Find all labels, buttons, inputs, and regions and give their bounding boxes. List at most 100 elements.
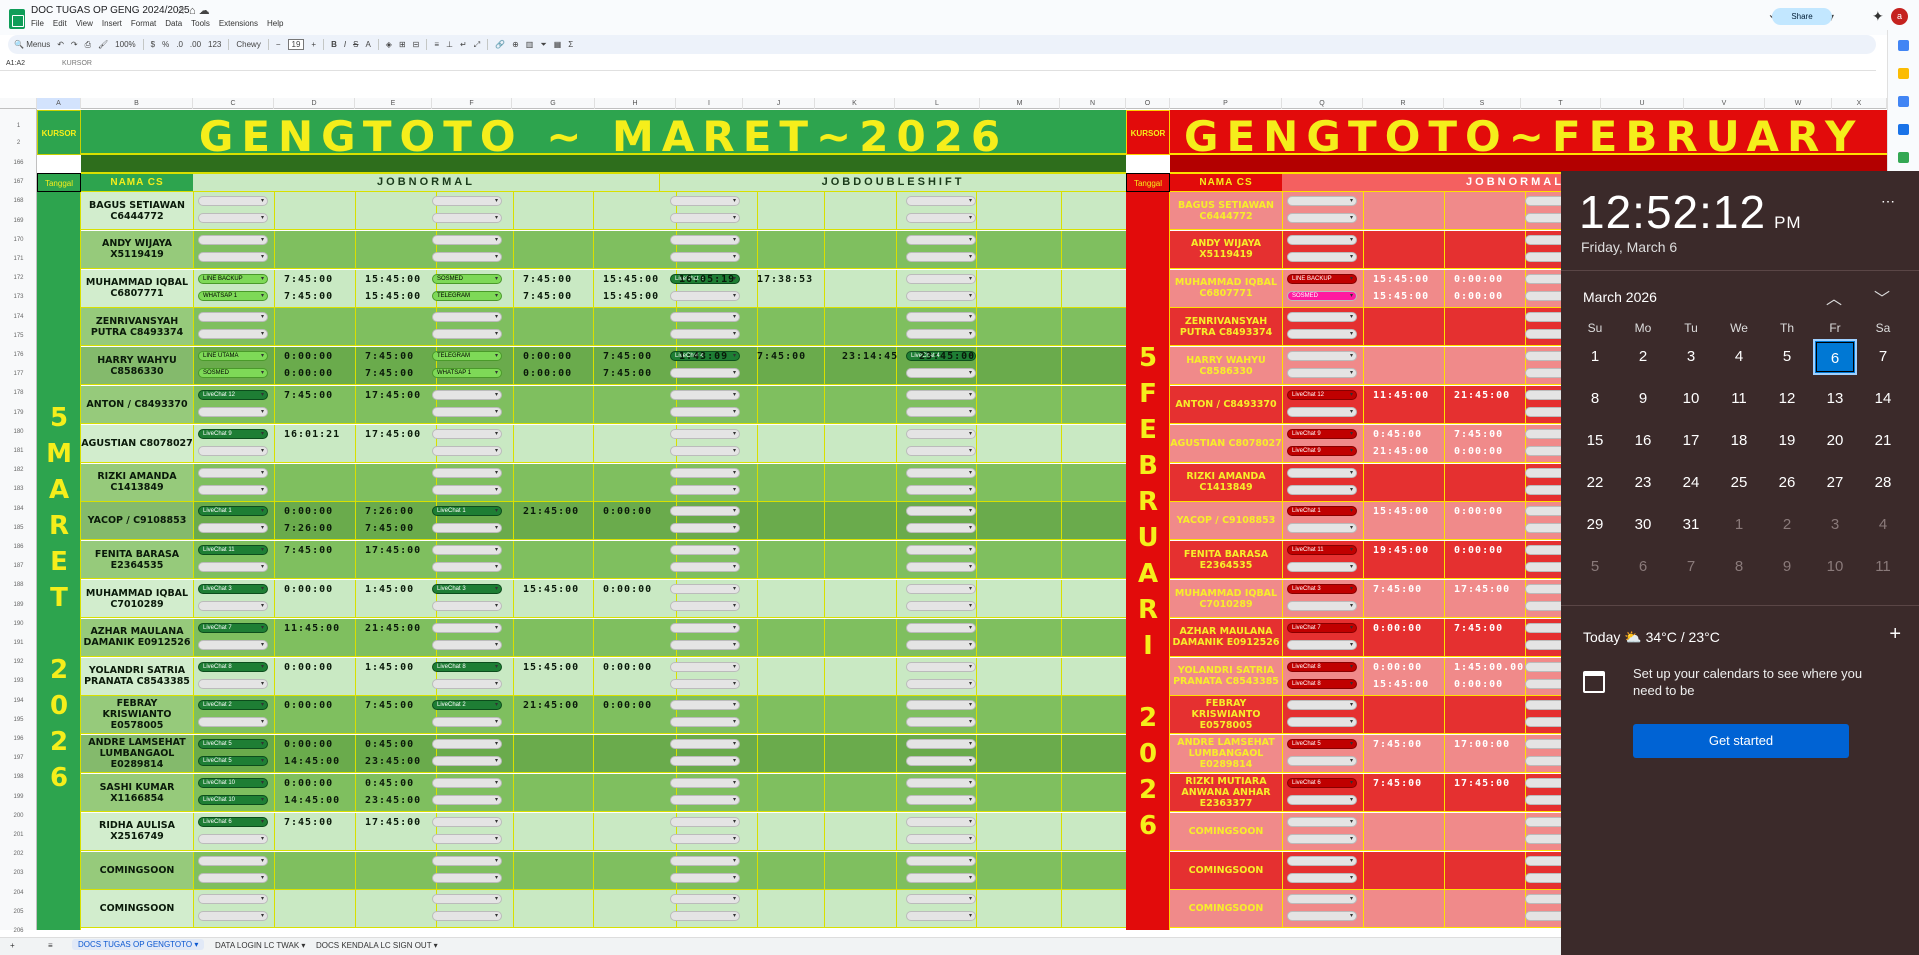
dropdown-select[interactable]	[906, 700, 976, 711]
column-header-C[interactable]: C	[193, 98, 274, 109]
row-header[interactable]: 174	[0, 314, 37, 320]
increase-decimal-button[interactable]: .00	[190, 40, 201, 49]
dropdown-select[interactable]	[432, 739, 502, 750]
row-header[interactable]: 189	[0, 602, 37, 608]
filter-icon[interactable]: ⏷	[540, 40, 546, 50]
menu-format[interactable]: Format	[131, 19, 156, 28]
dropdown-select[interactable]	[670, 390, 740, 400]
dropdown-select[interactable]: SOSMED	[1287, 290, 1357, 301]
dropdown-select[interactable]	[432, 855, 502, 866]
staff-name[interactable]: YOLANDRI SATRIA PRANATA C8543385	[81, 657, 193, 695]
dropdown-select[interactable]	[1287, 872, 1357, 883]
row-header[interactable]: 169	[0, 218, 37, 224]
name-box[interactable]: A1:A2	[6, 60, 25, 67]
column-header-U[interactable]: U	[1601, 98, 1684, 109]
dropdown-select[interactable]: LiveChat 8	[1287, 661, 1357, 672]
dropdown-select[interactable]	[906, 312, 976, 323]
dropdown-select[interactable]	[906, 234, 976, 245]
dropdown-select[interactable]	[1287, 756, 1357, 767]
currency-button[interactable]: $	[151, 40, 155, 49]
avatar[interactable]: a	[1891, 8, 1908, 25]
column-header-T[interactable]: T	[1521, 98, 1601, 109]
strikethrough-icon[interactable]: S	[353, 40, 358, 49]
column-header-A[interactable]: A	[37, 98, 81, 109]
dropdown-select[interactable]: LiveChat 8	[1287, 678, 1357, 689]
calendar-day[interactable]: 23	[1621, 465, 1665, 501]
dropdown-select[interactable]	[432, 601, 502, 611]
banner-february[interactable]: GENGTOTO~FEBRUARY	[1170, 110, 1887, 161]
staff-name[interactable]: AGUSTIAN C8078027	[1170, 425, 1282, 462]
more-options-icon[interactable]: ⋯	[1881, 193, 1895, 210]
dropdown-select[interactable]	[906, 368, 976, 379]
staff-name[interactable]: COMINGSOON	[1170, 890, 1282, 927]
number-format-button[interactable]: 123	[208, 40, 221, 49]
row-header[interactable]: 198	[0, 774, 37, 780]
calendar-day[interactable]: 6	[1621, 549, 1665, 585]
dropdown-select[interactable]	[670, 428, 740, 439]
dropdown-select[interactable]	[432, 622, 502, 633]
dropdown-select[interactable]	[198, 911, 268, 922]
row-header[interactable]: 205	[0, 909, 37, 915]
menu-data[interactable]: Data	[165, 19, 182, 28]
dropdown-select[interactable]	[198, 833, 268, 844]
calendar-day[interactable]: 16	[1621, 423, 1665, 459]
dropdown-select[interactable]	[432, 872, 502, 883]
align-icon[interactable]: ≡	[434, 40, 439, 49]
dropdown-select[interactable]	[670, 407, 740, 417]
nama-cs-header[interactable]: NAMA CS	[81, 174, 193, 191]
select-all-corner[interactable]	[0, 98, 37, 109]
calendar-day[interactable]: 2	[1765, 507, 1809, 543]
zoom-select[interactable]: 100%	[115, 40, 135, 49]
row-header[interactable]: 199	[0, 794, 37, 800]
row-header[interactable]: 184	[0, 506, 37, 512]
row-header[interactable]: 179	[0, 410, 37, 416]
dropdown-select[interactable]: LiveChat 10	[198, 795, 268, 805]
dropdown-select[interactable]: LiveChat 1	[432, 506, 502, 517]
row-header[interactable]: 178	[0, 390, 37, 396]
dropdown-select[interactable]: LiveChat 5	[1287, 739, 1357, 750]
dropdown-select[interactable]	[1287, 795, 1357, 805]
dropdown-select[interactable]	[1287, 484, 1357, 495]
dropdown-select[interactable]	[1287, 601, 1357, 611]
row-header[interactable]: 204	[0, 890, 37, 896]
calendar-day[interactable]: 20	[1813, 423, 1857, 459]
full-date[interactable]: Friday, March 6	[1581, 239, 1677, 255]
dropdown-select[interactable]: LINE BACKUP	[1287, 273, 1357, 284]
merge-icon[interactable]: ⊟	[413, 40, 420, 49]
calendar-day[interactable]: 29	[1573, 507, 1617, 543]
font-size-input[interactable]: 19	[287, 39, 305, 50]
dropdown-select[interactable]: LiveChat 5	[198, 756, 268, 767]
calendar-day[interactable]: 28	[1861, 465, 1905, 501]
dropdown-select[interactable]	[670, 911, 740, 922]
comment-add-icon[interactable]: ⊕	[512, 40, 519, 49]
dropdown-select[interactable]	[1287, 639, 1357, 650]
dropdown-select[interactable]	[432, 484, 502, 495]
column-header-W[interactable]: W	[1765, 98, 1832, 109]
column-header-H[interactable]: H	[595, 98, 676, 109]
text-color-icon[interactable]: A	[365, 40, 370, 49]
dropdown-select[interactable]: LiveChat 6	[198, 816, 268, 827]
calendar-day[interactable]: 12	[1765, 381, 1809, 417]
document-title[interactable]: DOC TUGAS OP GENG 2024/2025	[31, 5, 190, 16]
calendar-day[interactable]: 3	[1813, 507, 1857, 543]
dropdown-select[interactable]	[198, 213, 268, 223]
dropdown-select[interactable]	[906, 739, 976, 750]
calendar-day[interactable]: 26	[1765, 465, 1809, 501]
dropdown-select[interactable]	[906, 506, 976, 517]
dropdown-select[interactable]: WHATSAP 1	[432, 368, 502, 379]
calendar-day[interactable]: 7	[1861, 339, 1905, 375]
dropdown-select[interactable]	[670, 506, 740, 517]
row-header[interactable]: 192	[0, 659, 37, 665]
wrap-icon[interactable]: ↵	[460, 40, 467, 49]
dropdown-select[interactable]	[198, 562, 268, 573]
column-header-O[interactable]: O	[1126, 98, 1170, 109]
staff-name[interactable]: RIZKI MUTIARA ANWANA ANHAR E2363377	[1170, 774, 1282, 811]
maps-app-icon[interactable]	[1898, 152, 1909, 163]
staff-name[interactable]: AZHAR MAULANA DAMANIK E0912526	[1170, 619, 1282, 656]
dropdown-select[interactable]: LiveChat 9	[1287, 428, 1357, 439]
calendar-day[interactable]: 10	[1669, 381, 1713, 417]
calendar-day[interactable]: 15	[1573, 423, 1617, 459]
calendar-day[interactable]: 8	[1717, 549, 1761, 585]
banner-maret[interactable]: GENGTOTO ~ MARET~2026	[81, 110, 1126, 161]
dropdown-select[interactable]	[1287, 717, 1357, 728]
